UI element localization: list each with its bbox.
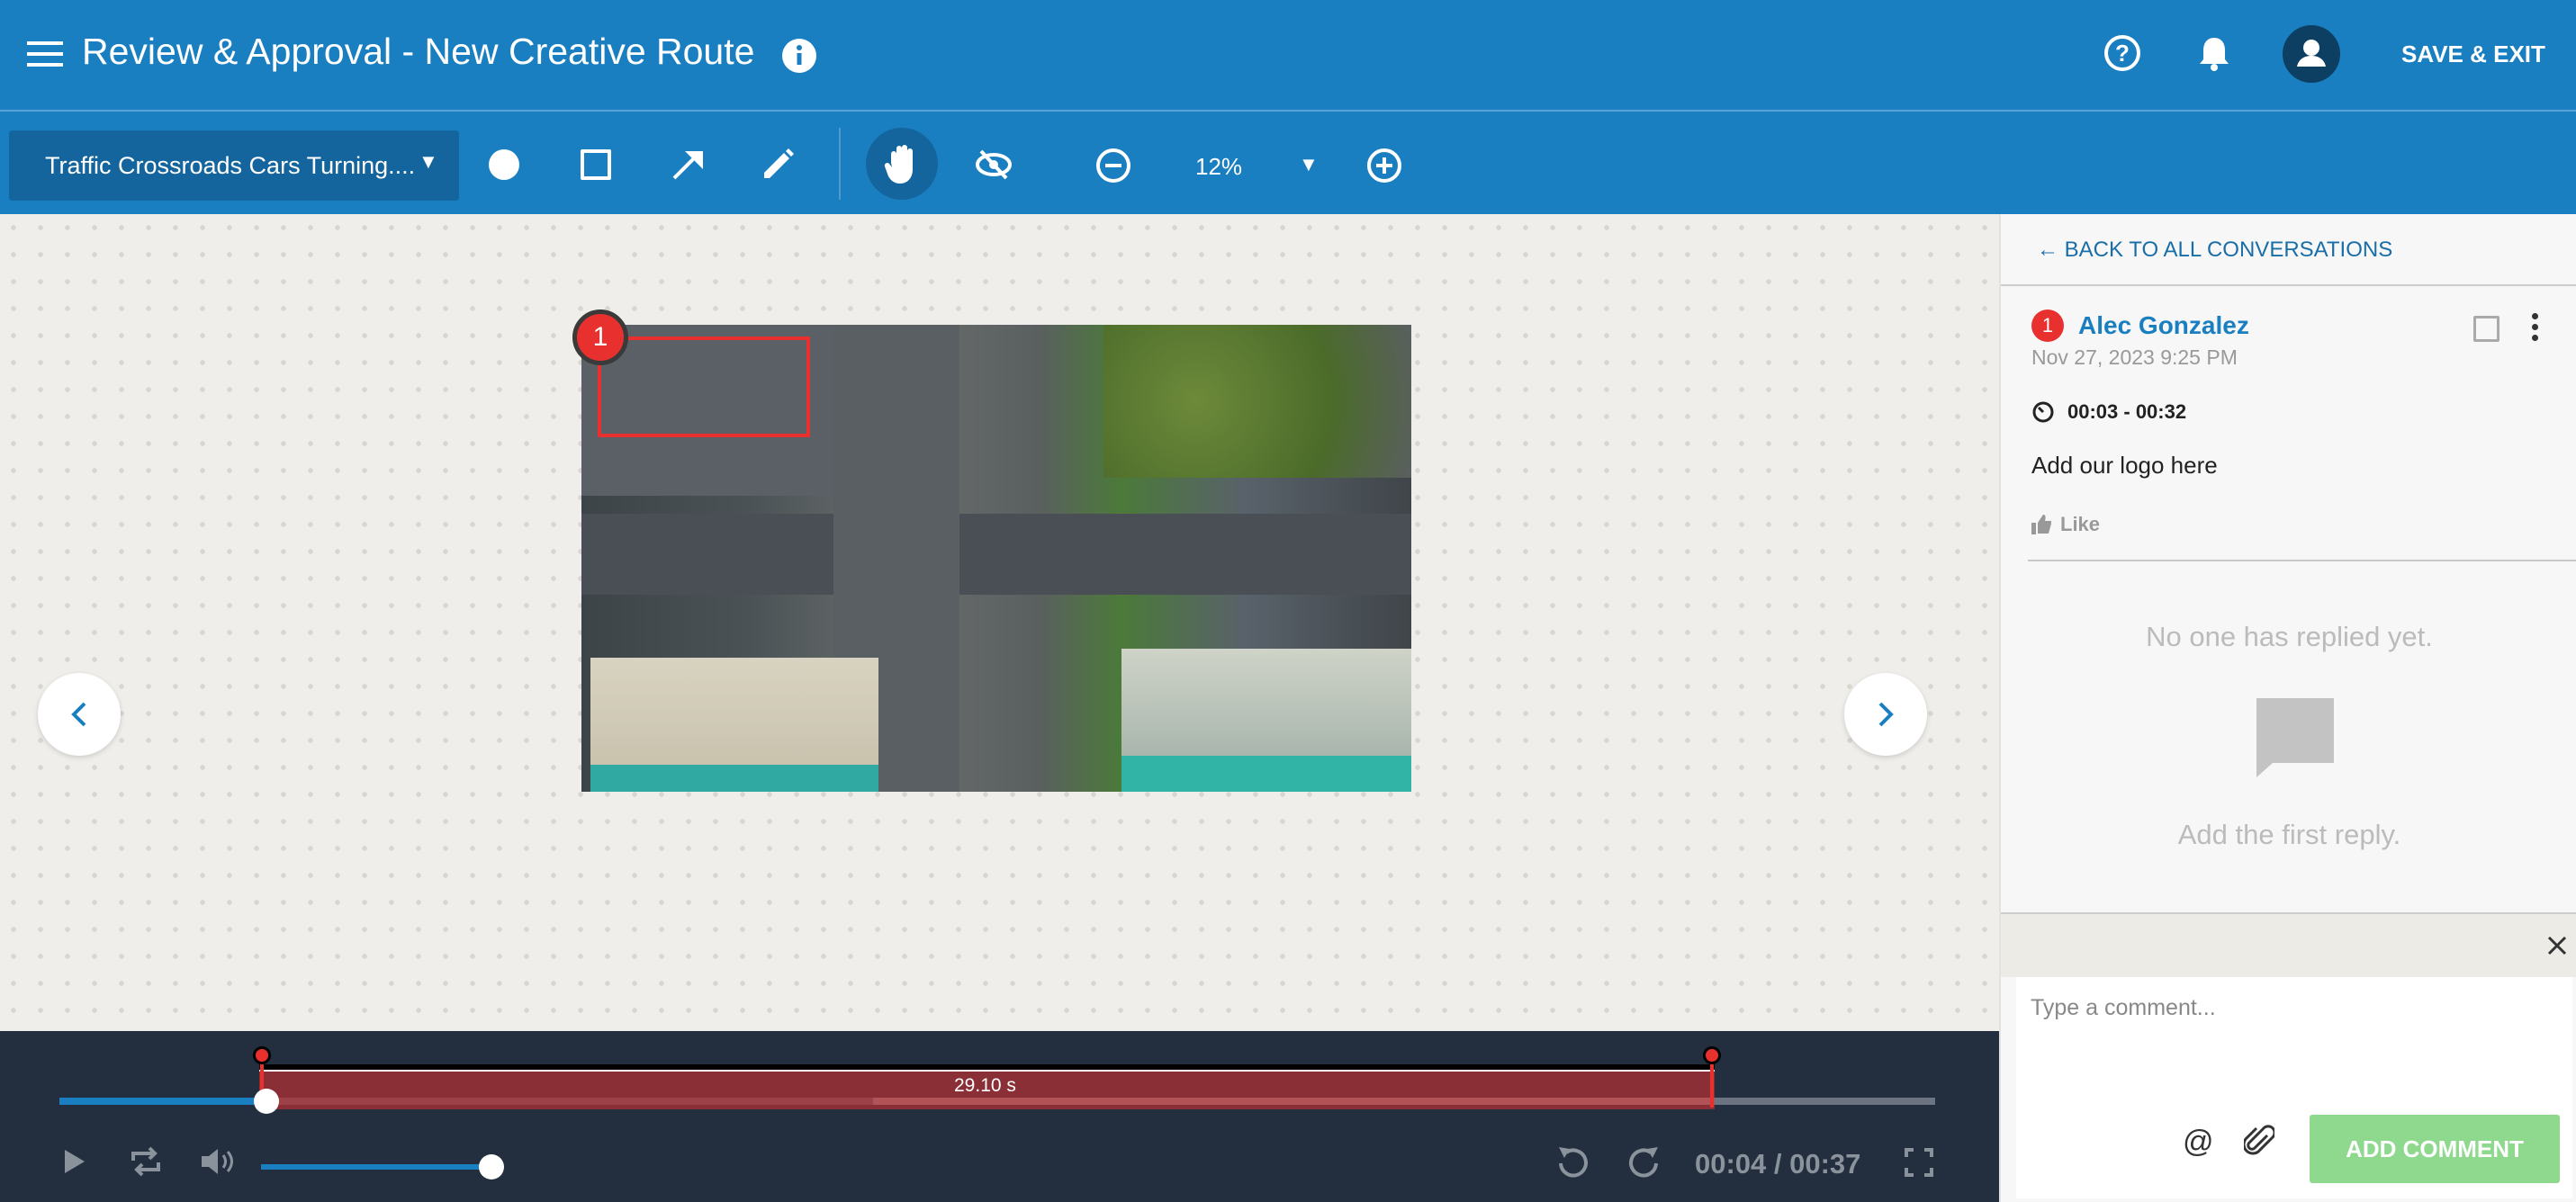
zoom-out-icon[interactable] bbox=[1095, 148, 1131, 184]
zoom-level[interactable]: 12% bbox=[1195, 153, 1242, 181]
review-canvas[interactable]: 1 bbox=[0, 214, 1999, 1031]
fast-forward-icon[interactable] bbox=[1627, 1144, 1662, 1181]
mention-icon[interactable]: @ bbox=[2183, 1125, 2214, 1160]
annotation-badge[interactable]: 1 bbox=[572, 309, 628, 365]
paperclip-icon[interactable] bbox=[2244, 1123, 2274, 1159]
toolbar-divider bbox=[839, 128, 841, 200]
range-duration-label: 29.10 s bbox=[954, 1075, 1016, 1096]
toolbar: Traffic Crossroads Cars Turning.... ▼ 12… bbox=[0, 112, 2576, 214]
volume-slider[interactable] bbox=[261, 1164, 491, 1170]
comment-timestamp: Nov 27, 2023 9:25 PM bbox=[2031, 345, 2238, 369]
playhead[interactable] bbox=[254, 1089, 279, 1114]
bell-icon[interactable] bbox=[2198, 34, 2230, 72]
asset-selector[interactable]: Traffic Crossroads Cars Turning.... ▼ bbox=[9, 130, 459, 201]
previous-button[interactable] bbox=[38, 673, 121, 756]
save-exit-button[interactable]: SAVE & EXIT bbox=[2401, 40, 2545, 68]
like-button[interactable]: Like bbox=[2031, 513, 2100, 536]
svg-text:?: ? bbox=[2115, 40, 2130, 67]
like-label: Like bbox=[2060, 513, 2101, 535]
comment-placeholder: Type a comment... bbox=[2031, 995, 2216, 1020]
comment-time-range-bar[interactable]: 29.10 s bbox=[259, 1064, 1715, 1109]
asset-name: Traffic Crossroads Cars Turning.... bbox=[45, 152, 416, 179]
back-to-conversations-link[interactable]: ← BACK TO ALL CONVERSATIONS bbox=[2037, 238, 2392, 263]
info-icon[interactable] bbox=[781, 38, 817, 74]
range-end-handle[interactable] bbox=[1703, 1046, 1721, 1109]
next-button[interactable] bbox=[1844, 673, 1927, 756]
empty-replies-title: No one has replied yet. bbox=[2146, 621, 2433, 652]
chevron-left-icon bbox=[71, 702, 86, 727]
comment-text: Add our logo here bbox=[2031, 452, 2218, 479]
help-icon[interactable]: ? bbox=[2103, 34, 2141, 72]
divider bbox=[2028, 560, 2576, 561]
zoom-in-icon[interactable] bbox=[1366, 148, 1402, 184]
page-title: Review & Approval - New Creative Route bbox=[82, 31, 755, 72]
close-icon[interactable] bbox=[2547, 936, 2567, 955]
comment-time-range: 00:03 - 00:32 bbox=[2067, 400, 2187, 423]
conversation-panel: ← BACK TO ALL CONVERSATIONS 1 Alec Gonza… bbox=[1999, 214, 2576, 1202]
comment-number-badge: 1 bbox=[2031, 309, 2064, 342]
pencil-tool-icon[interactable] bbox=[761, 148, 795, 182]
empty-replies-subtitle: Add the first reply. bbox=[2177, 819, 2401, 850]
video-player-controls: 29.10 s 00:04 / 00:37 bbox=[0, 1031, 1999, 1202]
volume-icon[interactable] bbox=[200, 1146, 236, 1177]
more-options-icon[interactable] bbox=[2532, 313, 2539, 341]
annotation-box[interactable] bbox=[598, 336, 810, 437]
comment-composer-header bbox=[2001, 912, 2576, 977]
fullscreen-icon[interactable] bbox=[1905, 1148, 1933, 1177]
rewind-icon[interactable] bbox=[1555, 1144, 1590, 1181]
rectangle-tool-icon[interactable] bbox=[581, 149, 611, 180]
resolve-checkbox[interactable] bbox=[2473, 316, 2499, 342]
play-icon[interactable] bbox=[63, 1148, 86, 1175]
eye-off-icon[interactable] bbox=[974, 148, 1013, 182]
thumbs-up-icon bbox=[2031, 515, 2051, 534]
chevron-right-icon bbox=[1878, 702, 1894, 727]
hand-tool-icon[interactable] bbox=[866, 128, 938, 200]
avatar[interactable] bbox=[2283, 25, 2340, 83]
progress-played bbox=[59, 1098, 263, 1105]
top-bar: Review & Approval - New Creative Route ?… bbox=[0, 0, 2576, 112]
comment-author[interactable]: Alec Gonzalez bbox=[2078, 311, 2249, 340]
volume-knob[interactable] bbox=[479, 1154, 504, 1180]
zoom-dropdown-icon[interactable]: ▼ bbox=[1299, 153, 1319, 176]
arrow-tool-icon[interactable] bbox=[671, 148, 705, 182]
divider bbox=[2001, 284, 2576, 286]
timer-icon bbox=[2031, 399, 2055, 423]
loop-icon[interactable] bbox=[130, 1146, 162, 1177]
circle-tool-icon[interactable] bbox=[489, 149, 519, 180]
chat-bubble-icon bbox=[2253, 695, 2337, 779]
chevron-down-icon: ▼ bbox=[419, 150, 438, 173]
menu-icon[interactable] bbox=[27, 40, 63, 68]
time-display: 00:04 / 00:37 bbox=[1695, 1148, 1861, 1180]
add-comment-button[interactable]: ADD COMMENT bbox=[2310, 1115, 2560, 1183]
